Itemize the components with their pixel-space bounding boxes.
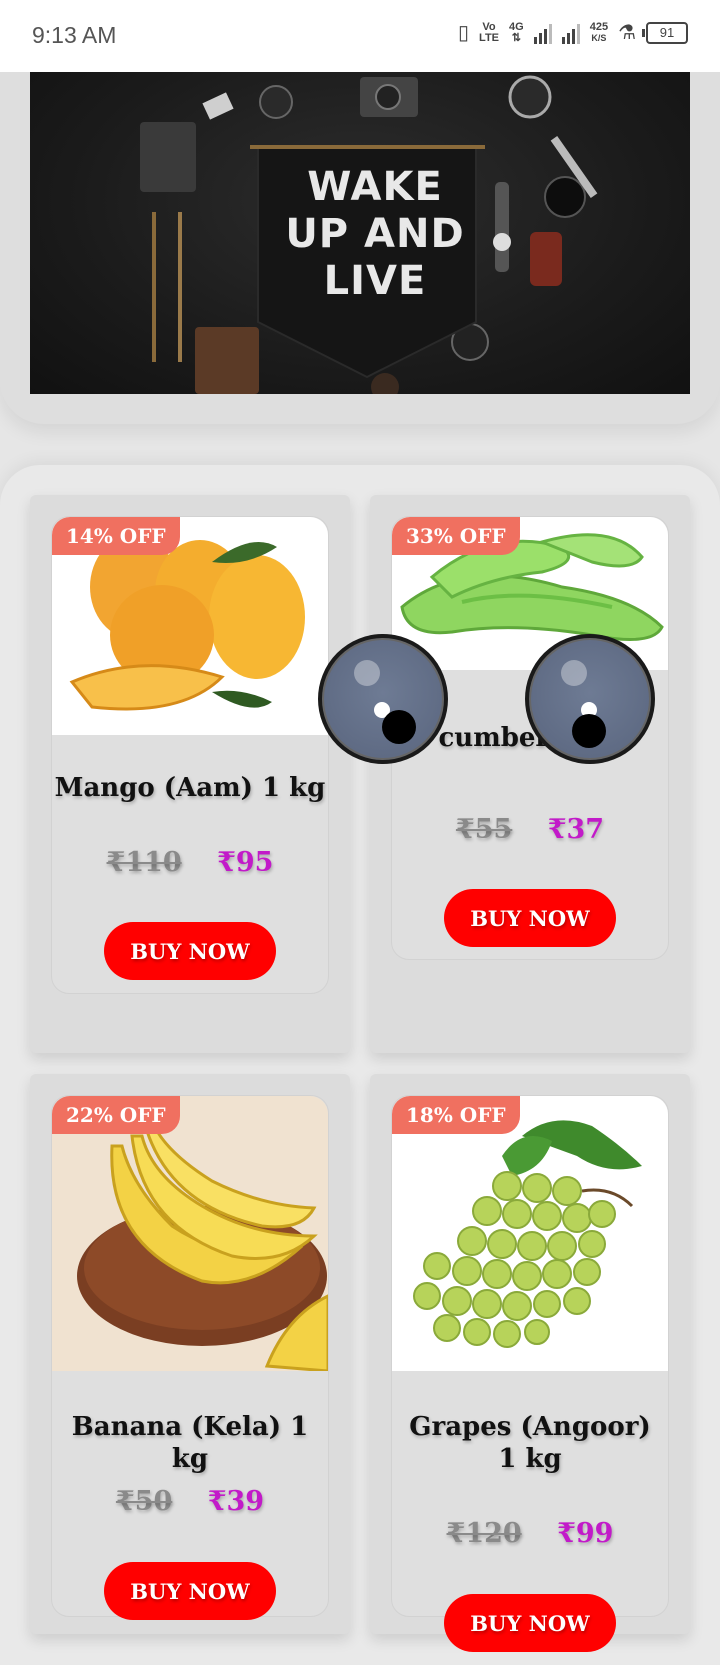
product-card[interactable]: 14% OFF Mango (Aam) 1 kg ₹110 ₹95 BUY NO… xyxy=(30,495,350,1053)
product-inner: 14% OFF Mango (Aam) 1 kg ₹110 ₹95 BUY NO… xyxy=(51,516,329,994)
eye-glint xyxy=(561,660,587,686)
buy-now-button[interactable]: BUY NOW xyxy=(104,922,276,980)
product-card[interactable]: 22% OFF Banana (Kela) 1 kg ₹50 ₹39 BUY N… xyxy=(30,1074,350,1634)
discount-badge: 22% OFF xyxy=(52,1096,180,1134)
old-price: ₹110 xyxy=(106,847,182,878)
old-price: ₹120 xyxy=(446,1518,522,1549)
banner-image[interactable]: WAKE UP AND LIVE xyxy=(30,72,690,394)
eye-pupil xyxy=(572,714,606,748)
buy-now-button[interactable]: BUY NOW xyxy=(444,889,616,947)
floating-eye-right[interactable] xyxy=(525,634,655,764)
product-name: Mango (Aam) 1 kg xyxy=(54,773,326,803)
product-name: Banana (Kela) 1 kg xyxy=(71,1412,309,1474)
product-image[interactable] xyxy=(52,1096,328,1371)
eye-glint xyxy=(354,660,380,686)
old-price: ₹55 xyxy=(455,814,513,845)
eye-pupil xyxy=(382,710,416,744)
battery-icon: 91 xyxy=(642,21,688,44)
signal-icon xyxy=(533,22,552,44)
banana-icon xyxy=(77,1129,328,1371)
price-row: ₹50 ₹39 xyxy=(52,1486,328,1517)
status-time: 9:13 AM xyxy=(32,22,117,48)
grapes-icon xyxy=(413,1120,642,1348)
price-row: ₹110 ₹95 xyxy=(52,847,328,878)
signal-icon-2 xyxy=(561,22,580,44)
discount-badge: 14% OFF xyxy=(52,517,180,555)
price-row: ₹55 ₹37 xyxy=(392,814,668,845)
status-bar: 9:13 AM ▯ Vo LTE 4G ⇅ 425 K/S ⚗ 91 xyxy=(0,0,720,72)
discount-badge: 33% OFF xyxy=(392,517,520,555)
old-price: ₹50 xyxy=(115,1486,173,1517)
new-price: ₹99 xyxy=(557,1518,614,1549)
discount-badge: 18% OFF xyxy=(392,1096,520,1134)
buy-now-button[interactable]: BUY NOW xyxy=(104,1562,276,1620)
product-image[interactable] xyxy=(392,1096,668,1371)
new-price: ₹95 xyxy=(217,847,274,878)
net-speed: 425 K/S xyxy=(589,20,609,43)
status-icons: ▯ Vo LTE 4G ⇅ 425 K/S ⚗ 91 xyxy=(458,20,688,45)
volte-indicator: Vo LTE xyxy=(479,20,500,44)
product-inner: 22% OFF Banana (Kela) 1 kg ₹50 ₹39 BUY N… xyxy=(51,1095,329,1620)
product-name: Grapes (Angoor) 1 kg xyxy=(409,1412,651,1474)
flask-icon: ⚗ xyxy=(618,22,636,44)
vibrate-icon: ▯ xyxy=(458,22,470,44)
product-card[interactable]: 18% OFF Grapes (Angoor) 1 kg ₹120 ₹99 BU… xyxy=(370,1074,690,1652)
price-row: ₹120 ₹99 xyxy=(392,1518,668,1549)
banner-text: WAKE UP AND LIVE xyxy=(285,164,465,304)
buy-now-button[interactable]: BUY NOW xyxy=(444,1594,616,1652)
floating-eye-left[interactable] xyxy=(318,634,448,764)
product-inner: 18% OFF Grapes (Angoor) 1 kg ₹120 ₹99 BU… xyxy=(391,1095,669,1652)
new-price: ₹37 xyxy=(547,814,605,845)
product-card[interactable]: 33% OFF cumber 1 kg ₹55 ₹37 BUY NOW xyxy=(370,495,690,1053)
new-price: ₹39 xyxy=(207,1486,265,1517)
network-type: 4G ⇅ xyxy=(509,20,524,44)
